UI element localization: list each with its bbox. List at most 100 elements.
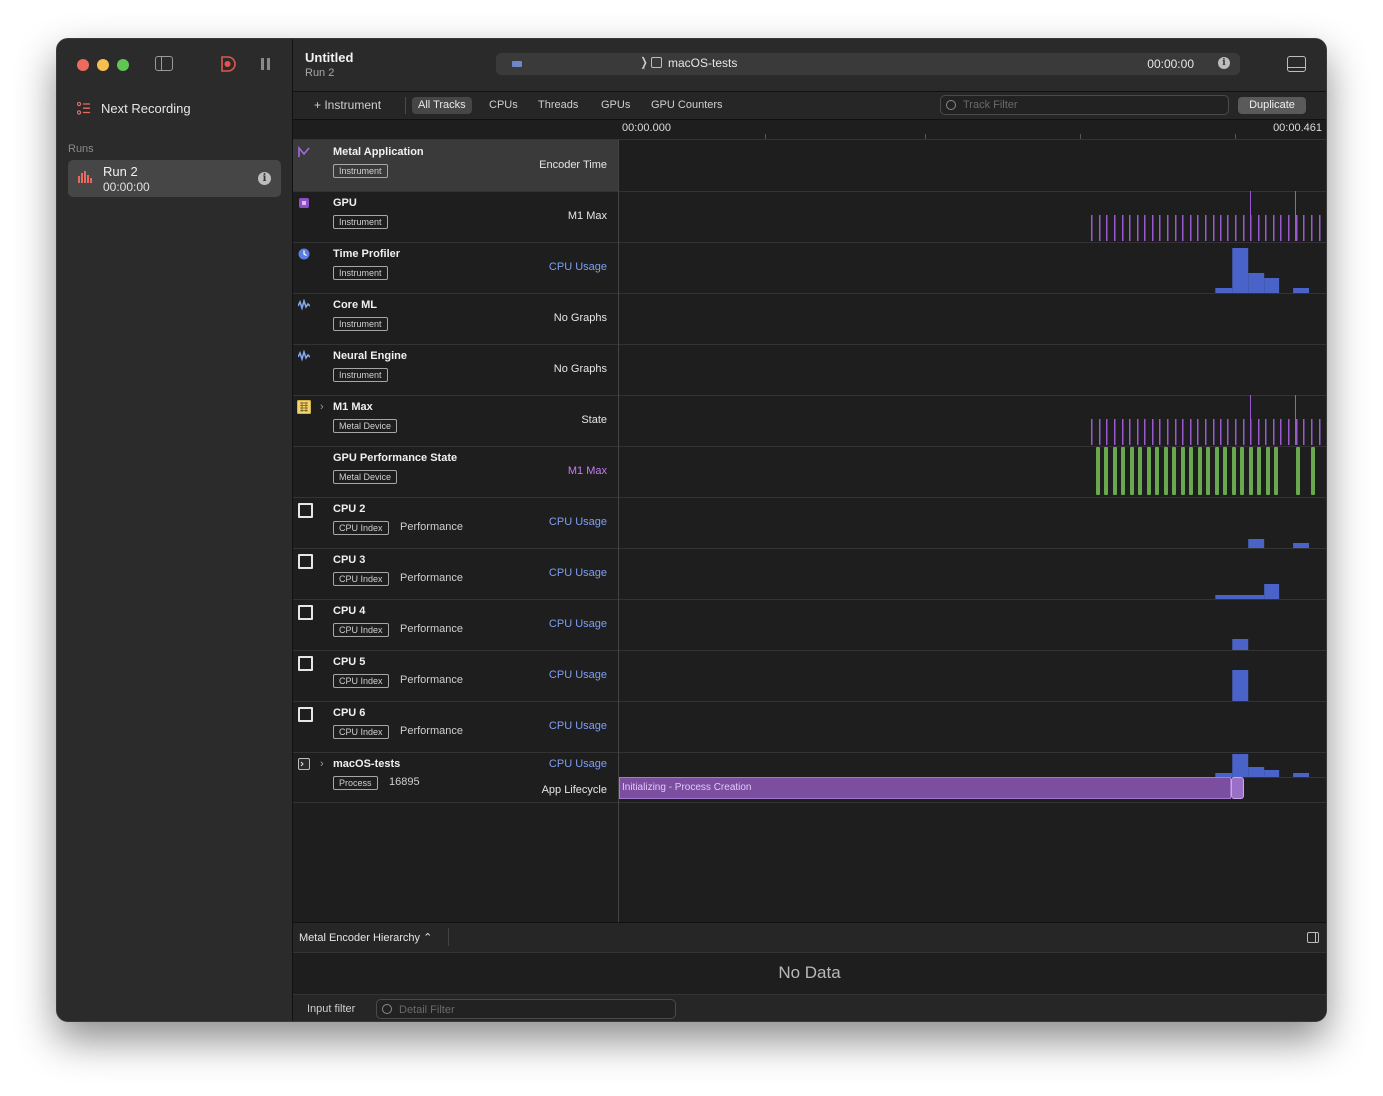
track-graph[interactable] [619,191,1326,242]
track-badge: CPU Index [333,572,389,586]
track-graph[interactable] [619,650,1326,701]
add-instrument-button[interactable]: + Instrument [314,98,381,112]
event-tick [1159,215,1161,241]
track-metal-application[interactable]: Metal Application Instrument Encoder Tim… [293,140,1326,192]
track-graph[interactable] [619,752,1326,778]
run-title: Run 2 [103,164,138,179]
chevron-right-icon[interactable]: › [320,401,324,413]
track-cpu-2[interactable]: CPU 2 CPU Index Performance CPU Usage [293,497,1326,549]
device-selector[interactable] [504,58,645,70]
info-icon[interactable]: i [258,172,271,185]
track-filter-input[interactable]: Track Filter [940,95,1229,115]
pause-icon[interactable] [261,58,271,70]
track-graph-type[interactable]: CPU Usage [549,516,607,528]
track-graph-type[interactable]: M1 Max [568,210,607,222]
track-gpu-performance-state[interactable]: GPU Performance State Metal Device M1 Ma… [293,446,1326,498]
event-tick [1220,419,1222,445]
timeline-ruler[interactable]: 00:00.000 00:00.461 [293,120,1326,140]
tab-gpu-counters[interactable]: GPU Counters [645,97,729,114]
tab-cpus[interactable]: CPUs [483,97,524,114]
close-button[interactable] [77,59,89,71]
performance-state-bar [1113,447,1117,495]
device-event-ticks [1091,395,1321,445]
cpu-core-icon [298,656,313,671]
track-cpu-6[interactable]: CPU 6 CPU Index Performance CPU Usage [293,701,1326,753]
track-graph-type[interactable]: CPU Usage [549,758,607,770]
runs-label: Runs [68,143,94,155]
track-graph-type[interactable]: No Graphs [554,363,607,375]
track-graph-type[interactable]: State [581,414,607,426]
track-graph-type[interactable]: M1 Max [568,465,607,477]
next-recording-label: Next Recording [101,101,191,116]
next-recording[interactable]: Next Recording [77,101,191,116]
track-name: CPU 4 [333,605,366,617]
minimize-button[interactable] [97,59,109,71]
track-badge: Metal Device [333,419,398,433]
input-filter-bar: Input filter Detail Filter [293,994,1326,1021]
track-graph[interactable] [619,293,1326,344]
track-graph-type[interactable]: CPU Usage [549,618,607,630]
track-graph[interactable] [619,446,1326,497]
tab-all-tracks[interactable]: All Tracks [412,97,472,114]
event-tick [1137,215,1139,241]
track-cpu-4[interactable]: CPU 4 CPU Index Performance CPU Usage [293,599,1326,651]
target-selector[interactable]: macOS-tests [668,56,737,70]
event-tick [1243,419,1245,445]
run-item[interactable]: Run 2 00:00:00 i [68,160,281,197]
track-graph[interactable] [619,497,1326,548]
event-tick [1114,215,1116,241]
info-icon[interactable]: i [1218,57,1230,69]
track-graph[interactable] [619,701,1326,752]
timer: 00:00:00 [1147,57,1194,71]
track-label: Metal Application Instrument Encoder Tim… [293,140,618,191]
track-core-ml[interactable]: Core ML Instrument No Graphs [293,293,1326,345]
track-graph-type[interactable]: No Graphs [554,312,607,324]
track-graph-type[interactable]: Encoder Time [539,159,607,171]
duplicate-button[interactable]: Duplicate [1238,97,1306,114]
input-filter-label[interactable]: Input filter [307,1003,355,1015]
track-time-profiler[interactable]: Time Profiler Instrument CPU Usage [293,242,1326,294]
track-divider[interactable] [618,140,619,922]
no-data-message: No Data [778,963,841,982]
zoom-button[interactable] [117,59,129,71]
track-label: GPU Performance State Metal Device M1 Ma… [293,446,618,497]
tab-threads[interactable]: Threads [532,97,584,114]
chevron-right-icon[interactable]: › [320,758,324,770]
detail-filter-input[interactable]: Detail Filter [376,999,676,1019]
track-graph[interactable] [619,548,1326,599]
inspector-toggle-icon[interactable] [1307,932,1319,943]
lifecycle-interval[interactable]: Initializing - Process Creation [619,777,1231,799]
track-graph-type[interactable]: CPU Usage [549,567,607,579]
event-tick [1227,215,1229,241]
performance-state-bar [1215,447,1219,495]
event-tick [1182,215,1184,241]
track-cpu-3[interactable]: CPU 3 CPU Index Performance CPU Usage [293,548,1326,600]
track-graph-type[interactable]: CPU Usage [549,720,607,732]
record-icon[interactable] [219,55,237,73]
tab-gpus[interactable]: GPUs [595,97,636,114]
track-gpu[interactable]: GPU Instrument M1 Max [293,191,1326,243]
track-graph-type[interactable]: CPU Usage [549,669,607,681]
track-graph[interactable] [619,140,1326,191]
track-graph[interactable] [619,344,1326,395]
track-label: CPU 3 CPU Index Performance CPU Usage [293,548,618,599]
track-cpu-5[interactable]: CPU 5 CPU Index Performance CPU Usage [293,650,1326,702]
track-badge: CPU Index [333,725,389,739]
sidebar-toggle-icon[interactable] [155,56,173,71]
event-tick [1091,215,1093,241]
track-graph-type[interactable]: CPU Usage [549,261,607,273]
detail-view-selector[interactable]: Metal Encoder Hierarchy ⌃ [299,931,432,944]
track-graph[interactable] [619,242,1326,293]
track-m1-max[interactable]: › M1 Max Metal Device State [293,395,1326,447]
detail-panel-toggle-icon[interactable] [1287,56,1306,72]
track-badge: Instrument [333,317,388,331]
event-tick [1296,215,1298,241]
track-graph[interactable] [619,599,1326,650]
track-graph[interactable] [619,395,1326,446]
track-badge: CPU Index [333,521,389,535]
performance-state-bar [1181,447,1185,495]
event-tick [1144,419,1146,445]
track-neural-engine[interactable]: Neural Engine Instrument No Graphs [293,344,1326,396]
track-graph-type-lifecycle[interactable]: App Lifecycle [542,784,607,796]
lifecycle-interval-end[interactable] [1231,777,1244,799]
